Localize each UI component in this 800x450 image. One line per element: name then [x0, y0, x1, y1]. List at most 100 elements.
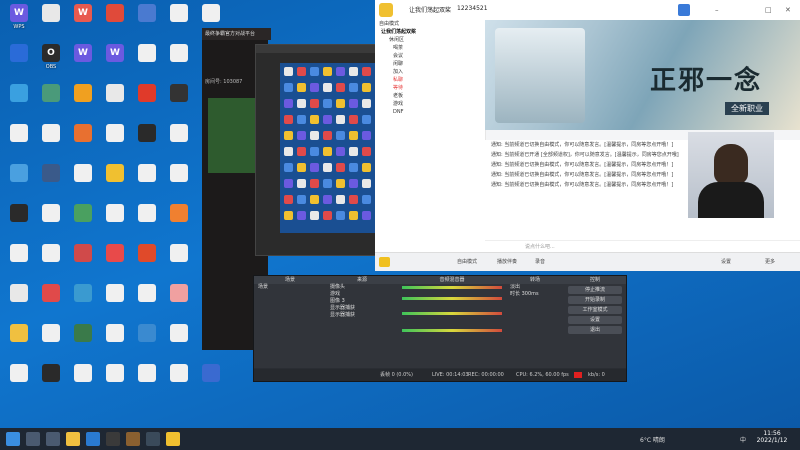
source-item[interactable]: 显示器捕获: [326, 312, 398, 319]
windows-start-icon[interactable]: [6, 432, 20, 446]
desktop-icon[interactable]: [162, 204, 196, 224]
transition-select[interactable]: 淡出: [506, 284, 564, 291]
desktop-icon[interactable]: [162, 364, 196, 384]
desktop-icon[interactable]: [98, 4, 132, 24]
obs-control-button[interactable]: 停止推流: [568, 286, 622, 294]
desktop-icon[interactable]: [34, 84, 68, 104]
desktop-icon[interactable]: [2, 44, 36, 64]
desktop-icon[interactable]: [34, 124, 68, 144]
desktop-icon[interactable]: [130, 124, 164, 144]
clock[interactable]: 11:56 2022/1/12: [752, 430, 792, 444]
input-language[interactable]: 中: [740, 435, 746, 444]
game-banner[interactable]: 正邪一念 全新职业: [485, 20, 800, 130]
obs-taskbar-icon[interactable]: [106, 432, 120, 446]
desktop-icon[interactable]: [2, 244, 36, 264]
maximize-icon[interactable]: □: [765, 6, 772, 14]
channel-tree-item[interactable]: 老板: [375, 92, 485, 100]
desktop-icon[interactable]: [34, 324, 68, 344]
desktop-icon[interactable]: [98, 364, 132, 384]
minimize-icon[interactable]: –: [715, 6, 719, 14]
desktop-icon[interactable]: [162, 124, 196, 144]
desktop-icon[interactable]: [130, 44, 164, 64]
scene-item[interactable]: 场景: [254, 284, 326, 291]
desktop-icon[interactable]: [66, 84, 100, 104]
desktop-icon[interactable]: O OBS: [34, 44, 68, 70]
channel-tree-item[interactable]: 闲聊: [375, 60, 485, 68]
desktop-icon[interactable]: [2, 84, 36, 104]
obs-control-button[interactable]: 工作室模式: [568, 306, 622, 314]
desktop-icon[interactable]: [130, 84, 164, 104]
channel-tree-item[interactable]: 会议: [375, 52, 485, 60]
desktop-icon[interactable]: [2, 324, 36, 344]
desktop-icon[interactable]: [34, 164, 68, 184]
file-explorer-icon[interactable]: [66, 432, 80, 446]
mic-icon[interactable]: [379, 257, 390, 267]
desktop-icon[interactable]: [162, 244, 196, 264]
desktop-icon[interactable]: W: [98, 44, 132, 64]
source-item[interactable]: 摄像头: [326, 284, 398, 291]
desktop-icon[interactable]: [194, 364, 228, 384]
desktop-icon[interactable]: [130, 284, 164, 304]
channel-tree-item[interactable]: 休闲区: [375, 36, 485, 44]
desktop-icon[interactable]: [98, 284, 132, 304]
desktop-icon[interactable]: [130, 244, 164, 264]
weather[interactable]: 6°C 晴朗: [640, 435, 665, 444]
desktop-icon[interactable]: [66, 164, 100, 184]
obs-window[interactable]: 场景 场景 来源 摄像头 游戏 图像 3 显示器捕获 显示器捕获 音频混音器 转场 淡出…: [253, 275, 627, 382]
capture-preview-window[interactable]: [255, 44, 377, 256]
mode-label[interactable]: 自由模式: [375, 20, 485, 28]
channel-tree-item[interactable]: 游戏: [375, 100, 485, 108]
desktop-icon[interactable]: [34, 284, 68, 304]
desktop-icon[interactable]: [98, 164, 132, 184]
desktop-icon[interactable]: W: [66, 44, 100, 64]
desktop-icon[interactable]: [66, 284, 100, 304]
desktop-icon[interactable]: [2, 124, 36, 144]
desktop-icon[interactable]: [98, 124, 132, 144]
desktop-icon[interactable]: [66, 204, 100, 224]
desktop-icon[interactable]: [162, 84, 196, 104]
desktop-icon[interactable]: [66, 124, 100, 144]
obs-control-button[interactable]: 退出: [568, 326, 622, 334]
settings-button[interactable]: 设置: [721, 258, 731, 265]
chat-input[interactable]: 说点什么吧...: [525, 243, 555, 250]
play-accompaniment-button[interactable]: 播放伴奏: [497, 258, 517, 265]
desktop-icon[interactable]: [98, 244, 132, 264]
desktop-icon[interactable]: [66, 244, 100, 264]
channel-tree-item[interactable]: 私聊: [375, 76, 485, 84]
free-mode-button[interactable]: 自由模式: [457, 258, 477, 265]
desktop-icon[interactable]: W: [66, 4, 100, 24]
channel-tree-item[interactable]: DNF: [375, 108, 485, 116]
record-button[interactable]: 录音: [535, 258, 545, 265]
channel-tree-item[interactable]: 加入: [375, 68, 485, 76]
channel-tree-item[interactable]: 喝茶: [375, 44, 485, 52]
desktop-icon[interactable]: [194, 4, 228, 24]
desktop-icon[interactable]: [2, 204, 36, 224]
desktop-icon[interactable]: [34, 204, 68, 224]
tree-root[interactable]: 让我们荡起双桨: [375, 28, 485, 36]
desktop-icon[interactable]: [162, 44, 196, 64]
desktop-icon[interactable]: [98, 84, 132, 104]
desktop-icon[interactable]: [162, 284, 196, 304]
desktop-icon[interactable]: [98, 324, 132, 344]
app-taskbar-icon[interactable]: [146, 432, 160, 446]
obs-control-button[interactable]: 设置: [568, 316, 622, 324]
desktop-icon[interactable]: [66, 364, 100, 384]
desktop-icon[interactable]: [130, 164, 164, 184]
desktop-icon[interactable]: [66, 324, 100, 344]
channel-tree-item[interactable]: 等待: [375, 84, 485, 92]
source-item[interactable]: 游戏: [326, 291, 398, 298]
desktop-icon[interactable]: [130, 4, 164, 24]
desktop-icon[interactable]: [2, 364, 36, 384]
desktop-icon[interactable]: [162, 324, 196, 344]
home-icon[interactable]: [678, 4, 690, 16]
desktop-icon[interactable]: [162, 164, 196, 184]
desktop-icon[interactable]: W WPS: [2, 4, 36, 30]
desktop-icon[interactable]: [34, 244, 68, 264]
desktop-icon[interactable]: [2, 284, 36, 304]
source-item[interactable]: 图像 3: [326, 298, 398, 305]
desktop-icon[interactable]: [98, 204, 132, 224]
desktop-icon[interactable]: [130, 364, 164, 384]
obs-control-button[interactable]: 开始录制: [568, 296, 622, 304]
desktop-icon[interactable]: [130, 204, 164, 224]
desktop-icon[interactable]: [162, 4, 196, 24]
